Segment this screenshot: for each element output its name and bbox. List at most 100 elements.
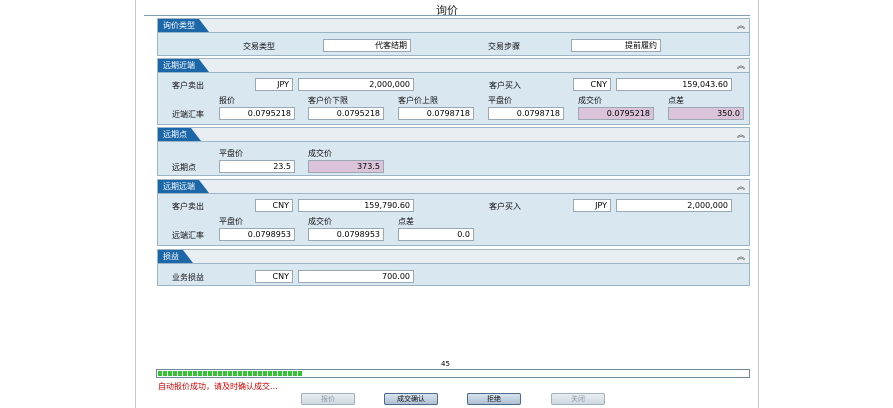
section-far-far: 远期远端 ︽ 客户卖出 CNY 159,790.60 客户买入 JPY 2,00… (157, 179, 750, 246)
client-buy-ccy[interactable]: CNY (573, 78, 611, 91)
col-deal-label: 成交价 (308, 149, 332, 158)
client-sell-label: 客户卖出 (172, 202, 204, 211)
client-sell-ccy[interactable]: CNY (255, 199, 293, 212)
progress-segment (203, 371, 207, 376)
near-rate-label: 近端汇率 (172, 110, 204, 119)
countdown-progress-bar (156, 369, 750, 378)
progress-segment (293, 371, 297, 376)
col-lower-label: 客户价下限 (308, 96, 348, 105)
far-points-deal-field: 373.5 (308, 160, 384, 173)
progress-segment (253, 371, 257, 376)
pnl-label: 业务损益 (172, 273, 204, 282)
title-divider (144, 15, 750, 16)
progress-segment (278, 371, 282, 376)
progress-segment (258, 371, 262, 376)
far-points-label: 远期点 (172, 163, 196, 172)
collapse-icon[interactable]: ︽ (737, 19, 745, 32)
client-sell-amount[interactable]: 2,000,000 (298, 78, 414, 91)
section-title: 远期远端 (158, 180, 209, 193)
progress-segment (193, 371, 197, 376)
progress-segment (173, 371, 177, 376)
section-header: 损益 ︽ (158, 250, 749, 264)
deal-price-field: 0.0795218 (578, 107, 654, 120)
trade-step-label: 交易步骤 (488, 42, 520, 51)
progress-segment (283, 371, 287, 376)
section-title: 询价类型 (158, 19, 209, 32)
progress-segment (248, 371, 252, 376)
progress-segment (213, 371, 217, 376)
status-message: 自动报价成功，请及时确认成交... (158, 382, 278, 391)
far-points-field[interactable]: 0.0 (398, 228, 474, 241)
collapse-icon[interactable]: ︽ (737, 250, 745, 263)
progress-segment (183, 371, 187, 376)
progress-segment (238, 371, 242, 376)
col-points-label: 点差 (398, 217, 414, 226)
col-quote-label: 报价 (219, 96, 235, 105)
col-flat-label: 平盘价 (488, 96, 512, 105)
confirm-deal-button[interactable]: 成交确认 (384, 393, 438, 405)
col-upper-label: 客户价上限 (398, 96, 438, 105)
section-header: 询价类型 ︽ (158, 19, 749, 33)
progress-segment (273, 371, 277, 376)
points-field: 350.0 (668, 107, 744, 120)
close-button[interactable]: 关闭 (551, 393, 605, 405)
progress-segment (288, 371, 292, 376)
far-points-flat-field[interactable]: 23.5 (219, 160, 295, 173)
trade-type-label: 交易类型 (243, 42, 275, 51)
client-sell-label: 客户卖出 (172, 81, 204, 90)
section-header: 远期点 ︽ (158, 128, 749, 142)
progress-segment (178, 371, 182, 376)
lower-limit-field[interactable]: 0.0795218 (308, 107, 384, 120)
client-sell-ccy[interactable]: JPY (255, 78, 293, 91)
quote-button[interactable]: 报价 (301, 393, 355, 405)
progress-segment (228, 371, 232, 376)
progress-segment (168, 371, 172, 376)
far-rate-label: 远端汇率 (172, 231, 204, 240)
progress-segment (263, 371, 267, 376)
section-inquiry-type: 询价类型 ︽ 交易类型 代客结期 交易步骤 提前履约 (157, 18, 750, 56)
trade-type-field[interactable]: 代客结期 (323, 39, 411, 52)
progress-segment (268, 371, 272, 376)
progress-segment (218, 371, 222, 376)
trade-step-field[interactable]: 提前履约 (571, 39, 661, 52)
section-title: 远期点 (158, 128, 201, 141)
progress-segment (298, 371, 302, 376)
inquiry-window: 询价 询价类型 ︽ 交易类型 代客结期 交易步骤 提前履约 远期近端 ︽ 客户卖… (135, 0, 759, 408)
section-pnl: 损益 ︽ 业务损益 CNY 700.00 (157, 249, 750, 286)
client-buy-label: 客户买入 (489, 81, 521, 90)
section-title: 远期近端 (158, 59, 209, 72)
progress-segment (233, 371, 237, 376)
collapse-icon[interactable]: ︽ (737, 180, 745, 193)
client-buy-amount[interactable]: 2,000,000 (616, 199, 732, 212)
section-title: 损益 (158, 250, 193, 263)
reject-button[interactable]: 拒绝 (467, 393, 521, 405)
col-flat-label: 平盘价 (219, 217, 243, 226)
col-deal-label: 成交价 (308, 217, 332, 226)
countdown-label: 45 (441, 360, 450, 368)
progress-segment (208, 371, 212, 376)
quote-field[interactable]: 0.0795218 (219, 107, 295, 120)
section-far-near: 远期近端 ︽ 客户卖出 JPY 2,000,000 客户买入 CNY 159,0… (157, 58, 750, 125)
client-buy-label: 客户买入 (489, 202, 521, 211)
pnl-ccy[interactable]: CNY (255, 270, 293, 283)
far-flat-field[interactable]: 0.0798953 (219, 228, 295, 241)
collapse-icon[interactable]: ︽ (737, 128, 745, 141)
upper-limit-field[interactable]: 0.0798718 (398, 107, 474, 120)
progress-segment (158, 371, 162, 376)
progress-segment (163, 371, 167, 376)
col-flat-label: 平盘价 (219, 149, 243, 158)
collapse-icon[interactable]: ︽ (737, 59, 745, 72)
client-sell-amount[interactable]: 159,790.60 (298, 199, 414, 212)
col-deal-label: 成交价 (578, 96, 602, 105)
progress-segment (243, 371, 247, 376)
pnl-amount[interactable]: 700.00 (298, 270, 414, 283)
client-buy-amount[interactable]: 159,043.60 (616, 78, 732, 91)
section-header: 远期远端 ︽ (158, 180, 749, 194)
progress-segment (188, 371, 192, 376)
section-far-points: 远期点 ︽ 平盘价 成交价 远期点 23.5 373.5 (157, 127, 750, 176)
flat-price-field[interactable]: 0.0798718 (488, 107, 564, 120)
client-buy-ccy[interactable]: JPY (573, 199, 611, 212)
section-header: 远期近端 ︽ (158, 59, 749, 73)
progress-segment (198, 371, 202, 376)
far-deal-field[interactable]: 0.0798953 (308, 228, 384, 241)
